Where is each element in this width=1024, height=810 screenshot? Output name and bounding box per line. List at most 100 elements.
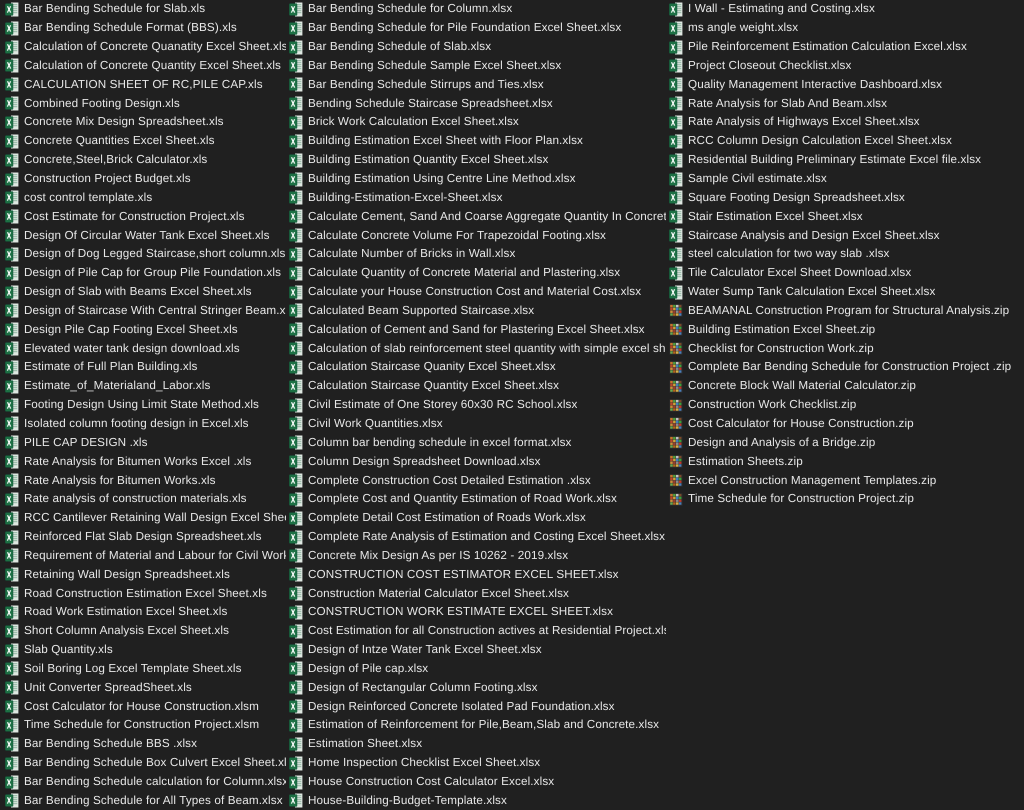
- file-list-item[interactable]: RCC Column Design Calculation Excel Shee…: [668, 132, 1024, 151]
- file-list-item[interactable]: Estimate_of_Materialand_Labor.xls: [4, 377, 286, 396]
- file-list-item[interactable]: Column Design Spreadsheet Download.xlsx: [288, 452, 666, 471]
- file-list-item[interactable]: Retaining Wall Design Spreadsheet.xls: [4, 565, 286, 584]
- file-list-item[interactable]: Calculation Staircase Quantity Excel She…: [288, 377, 666, 396]
- file-list-item[interactable]: Building Estimation Quantity Excel Sheet…: [288, 151, 666, 170]
- file-list-item[interactable]: Complete Rate Analysis of Estimation and…: [288, 528, 666, 547]
- file-list-item[interactable]: Calculate Number of Bricks in Wall.xlsx: [288, 245, 666, 264]
- file-list-item[interactable]: Concrete Quantities Excel Sheet.xls: [4, 132, 286, 151]
- file-list-item[interactable]: Calculated Beam Supported Staircase.xlsx: [288, 302, 666, 321]
- file-list-item[interactable]: Bar Bending Schedule calculation for Col…: [4, 773, 286, 792]
- file-list-item[interactable]: Cost Estimation for all Construction act…: [288, 622, 666, 641]
- file-list-item[interactable]: Design of Rectangular Column Footing.xls…: [288, 678, 666, 697]
- file-list-item[interactable]: CONSTRUCTION COST ESTIMATOR EXCEL SHEET.…: [288, 565, 666, 584]
- file-list-item[interactable]: Construction Material Calculator Excel S…: [288, 584, 666, 603]
- file-list-item[interactable]: Bar Bending Schedule BBS .xlsx: [4, 735, 286, 754]
- file-list-item[interactable]: Pile Reinforcement Estimation Calculatio…: [668, 38, 1024, 57]
- file-list-item[interactable]: BEAMANAL Construction Program for Struct…: [668, 302, 1024, 321]
- file-list-item[interactable]: Rate analysis of construction materials.…: [4, 490, 286, 509]
- file-list-item[interactable]: Road Work Estimation Excel Sheet.xls: [4, 603, 286, 622]
- file-list-item[interactable]: Bar Bending Schedule Sample Excel Sheet.…: [288, 57, 666, 76]
- file-list-item[interactable]: Footing Design Using Limit State Method.…: [4, 396, 286, 415]
- file-list-item[interactable]: Civil Estimate of One Storey 60x30 RC Sc…: [288, 396, 666, 415]
- file-list-item[interactable]: Concrete Mix Design As per IS 10262 - 20…: [288, 546, 666, 565]
- file-list-item[interactable]: Rate Analysis for Bitumen Works Excel .x…: [4, 452, 286, 471]
- file-list-item[interactable]: Calculation Staircase Quanity Excel Shee…: [288, 358, 666, 377]
- file-list-item[interactable]: Design of Pile Cap for Group Pile Founda…: [4, 264, 286, 283]
- file-list-item[interactable]: Road Construction Estimation Excel Sheet…: [4, 584, 286, 603]
- file-list-item[interactable]: Complete Bar Bending Schedule for Constr…: [668, 358, 1024, 377]
- file-list-item[interactable]: Complete Cost and Quantity Estimation of…: [288, 490, 666, 509]
- file-list-item[interactable]: Design of Slab with Beams Excel Sheet.xl…: [4, 283, 286, 302]
- file-list-item[interactable]: Project Closeout Checklist.xlsx: [668, 57, 1024, 76]
- file-list-item[interactable]: Sample Civil estimate.xlsx: [668, 170, 1024, 189]
- file-list-item[interactable]: Design of Staircase With Central Stringe…: [4, 302, 286, 321]
- file-list-item[interactable]: Tile Calculator Excel Sheet Download.xls…: [668, 264, 1024, 283]
- file-list-item[interactable]: Excel Construction Management Templates.…: [668, 471, 1024, 490]
- file-list-item[interactable]: Design of Intze Water Tank Excel Sheet.x…: [288, 641, 666, 660]
- file-list-item[interactable]: Bar Bending Schedule Format (BBS).xls: [4, 19, 286, 38]
- file-list-item[interactable]: Calculation of slab reinforcement steel …: [288, 339, 666, 358]
- file-list-item[interactable]: Rate Analysis for Slab And Beam.xlsx: [668, 94, 1024, 113]
- file-list-item[interactable]: Building Estimation Excel Sheet with Flo…: [288, 132, 666, 151]
- file-list-item[interactable]: Design of Dog Legged Staircase,short col…: [4, 245, 286, 264]
- file-list-item[interactable]: Design of Pile cap.xlsx: [288, 660, 666, 679]
- file-list-item[interactable]: Calculation of Cement and Sand for Plast…: [288, 320, 666, 339]
- file-list-item[interactable]: steel calculation for two way slab .xlsx: [668, 245, 1024, 264]
- file-list-item[interactable]: Building Estimation Excel Sheet.zip: [668, 320, 1024, 339]
- file-list-item[interactable]: Cost Calculator for House Construction.z…: [668, 415, 1024, 434]
- file-list-item[interactable]: Unit Converter SpreadSheet.xls: [4, 678, 286, 697]
- file-list-item[interactable]: Bar Bending Schedule for Pile Foundation…: [288, 19, 666, 38]
- file-list-item[interactable]: Home Inspection Checklist Excel Sheet.xl…: [288, 754, 666, 773]
- file-list-item[interactable]: Stair Estimation Excel Sheet.xlsx: [668, 207, 1024, 226]
- file-list-item[interactable]: Isolated column footing design in Excel.…: [4, 415, 286, 434]
- file-list-item[interactable]: Building Estimation Using Centre Line Me…: [288, 170, 666, 189]
- file-list-item[interactable]: Combined Footing Design.xls: [4, 94, 286, 113]
- file-list-item[interactable]: Staircase Analysis and Design Excel Shee…: [668, 226, 1024, 245]
- file-list-item[interactable]: Quality Management Interactive Dashboard…: [668, 75, 1024, 94]
- file-list-item[interactable]: Concrete Mix Design Spreadsheet.xls: [4, 113, 286, 132]
- file-list-item[interactable]: Calculation of Concrete Quantity Excel S…: [4, 57, 286, 76]
- file-list-item[interactable]: Complete Construction Cost Detailed Esti…: [288, 471, 666, 490]
- file-list-item[interactable]: Bar Bending Schedule Box Culvert Excel S…: [4, 754, 286, 773]
- file-list-item[interactable]: Design and Analysis of a Bridge.zip: [668, 433, 1024, 452]
- file-list-item[interactable]: Soil Boring Log Excel Template Sheet.xls: [4, 660, 286, 679]
- file-list-item[interactable]: Column bar bending schedule in excel for…: [288, 433, 666, 452]
- file-list-item[interactable]: Time Schedule for Construction Project.x…: [4, 716, 286, 735]
- file-list-item[interactable]: Bending Schedule Staircase Spreadsheet.x…: [288, 94, 666, 113]
- file-list-item[interactable]: Bar Bending Schedule Stirrups and Ties.x…: [288, 75, 666, 94]
- file-list-item[interactable]: Reinforced Flat Slab Design Spreadsheet.…: [4, 528, 286, 547]
- file-list-item[interactable]: Short Column Analysis Excel Sheet.xls: [4, 622, 286, 641]
- file-list-item[interactable]: Checklist for Construction Work.zip: [668, 339, 1024, 358]
- file-list-item[interactable]: cost control template.xls: [4, 188, 286, 207]
- file-list-item[interactable]: I Wall - Estimating and Costing.xlsx: [668, 0, 1024, 19]
- file-list-item[interactable]: Calculate your House Construction Cost a…: [288, 283, 666, 302]
- file-list-item[interactable]: RCC Cantilever Retaining Wall Design Exc…: [4, 509, 286, 528]
- file-list-item[interactable]: PILE CAP DESIGN .xls: [4, 433, 286, 452]
- file-list-item[interactable]: Elevated water tank design download.xls: [4, 339, 286, 358]
- file-list-item[interactable]: House Construction Cost Calculator Excel…: [288, 773, 666, 792]
- file-list-item[interactable]: Calculate Concrete Volume For Trapezoida…: [288, 226, 666, 245]
- file-list-item[interactable]: Time Schedule for Construction Project.z…: [668, 490, 1024, 509]
- file-list-item[interactable]: CALCULATION SHEET OF RC,PILE CAP.xls: [4, 75, 286, 94]
- file-list-item[interactable]: Complete Detail Cost Estimation of Roads…: [288, 509, 666, 528]
- file-list-item[interactable]: Design Reinforced Concrete Isolated Pad …: [288, 697, 666, 716]
- file-list-item[interactable]: Building-Estimation-Excel-Sheet.xlsx: [288, 188, 666, 207]
- file-list-item[interactable]: Concrete,Steel,Brick Calculator.xls: [4, 151, 286, 170]
- file-list-item[interactable]: ms angle weight.xlsx: [668, 19, 1024, 38]
- file-list-item[interactable]: Design Of Circular Water Tank Excel Shee…: [4, 226, 286, 245]
- file-list-item[interactable]: Requirement of Material and Labour for C…: [4, 546, 286, 565]
- file-list-item[interactable]: Calculate Quantity of Concrete Material …: [288, 264, 666, 283]
- file-list-item[interactable]: Estimate of Full Plan Building.xls: [4, 358, 286, 377]
- file-list-item[interactable]: Civil Work Quantities.xlsx: [288, 415, 666, 434]
- file-list-item[interactable]: Cost Calculator for House Construction.x…: [4, 697, 286, 716]
- file-list-item[interactable]: Residential Building Preliminary Estimat…: [668, 151, 1024, 170]
- file-list-item[interactable]: Calculate Cement, Sand And Coarse Aggreg…: [288, 207, 666, 226]
- file-list-item[interactable]: Square Footing Design Spreadsheet.xlsx: [668, 188, 1024, 207]
- file-list-item[interactable]: Cost Estimate for Construction Project.x…: [4, 207, 286, 226]
- file-list-item[interactable]: Brick Work Calculation Excel Sheet.xlsx: [288, 113, 666, 132]
- file-list-item[interactable]: Construction Work Checklist.zip: [668, 396, 1024, 415]
- file-list-item[interactable]: Concrete Block Wall Material Calculator.…: [668, 377, 1024, 396]
- file-list-item[interactable]: Calculation of Concrete Quanatity Excel …: [4, 38, 286, 57]
- file-list-item[interactable]: Rate Analysis of Highways Excel Sheet.xl…: [668, 113, 1024, 132]
- file-list-item[interactable]: Bar Bending Schedule for Slab.xls: [4, 0, 286, 19]
